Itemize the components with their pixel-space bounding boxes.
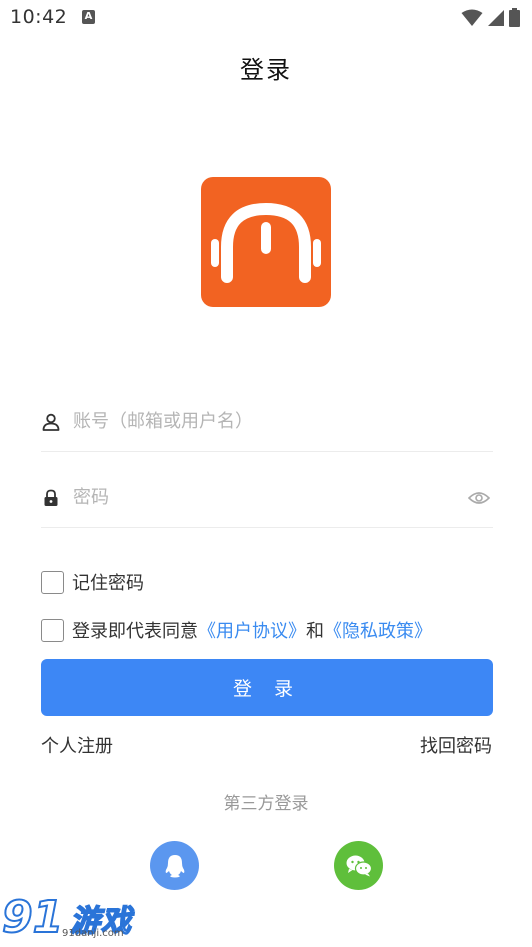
qq-login-button[interactable] [150, 841, 199, 890]
register-link[interactable]: 个人注册 [41, 732, 113, 758]
remember-row: 记住密码 [41, 569, 144, 595]
signal-icon [488, 9, 504, 26]
eye-icon[interactable] [467, 486, 491, 510]
third-party-title: 第三方登录 [223, 794, 309, 814]
login-screen: 10:42 A 登录 账号（邮箱或用户名） 记住密码 登录即代表同意 《用户协议… [0, 0, 532, 947]
remember-label[interactable]: 记住密码 [72, 569, 144, 595]
page-title: 登录 [240, 56, 292, 84]
agreement-prefix: 登录即代表同意 [72, 621, 198, 642]
password-input[interactable] [73, 477, 467, 518]
user-icon [41, 412, 61, 432]
agreement-row: 登录即代表同意 《用户协议》和《隐私政策》 [41, 617, 432, 643]
status-time: 10:42 [10, 6, 68, 28]
battery-icon [509, 8, 520, 27]
watermark-number: 91 [1, 891, 64, 944]
remember-checkbox[interactable] [41, 570, 64, 594]
site-watermark: 91 游戏 91danji.com [1, 891, 142, 946]
wechat-login-button[interactable] [334, 841, 383, 890]
forgot-password-link[interactable]: 找回密码 [420, 732, 492, 758]
account-field [41, 392, 493, 452]
agreement-and: 和 [306, 621, 324, 642]
account-input[interactable] [73, 401, 493, 442]
status-bar: 10:42 A [0, 0, 532, 36]
lock-icon [41, 488, 61, 508]
wechat-icon [346, 855, 372, 876]
agreement-checkbox[interactable] [41, 618, 64, 642]
watermark-url: 91danji.com [62, 928, 124, 939]
status-icons [461, 8, 520, 27]
wifi-icon [461, 9, 483, 26]
headphones-icon [211, 202, 321, 283]
login-button[interactable]: 登 录 [41, 659, 493, 716]
privacy-policy-link[interactable]: 《隐私政策》 [324, 617, 432, 643]
app-logo [201, 177, 331, 307]
qq-icon [165, 854, 184, 877]
notification-icon: A [82, 10, 95, 24]
password-field [41, 468, 493, 528]
user-agreement-link[interactable]: 《用户协议》 [198, 617, 306, 643]
